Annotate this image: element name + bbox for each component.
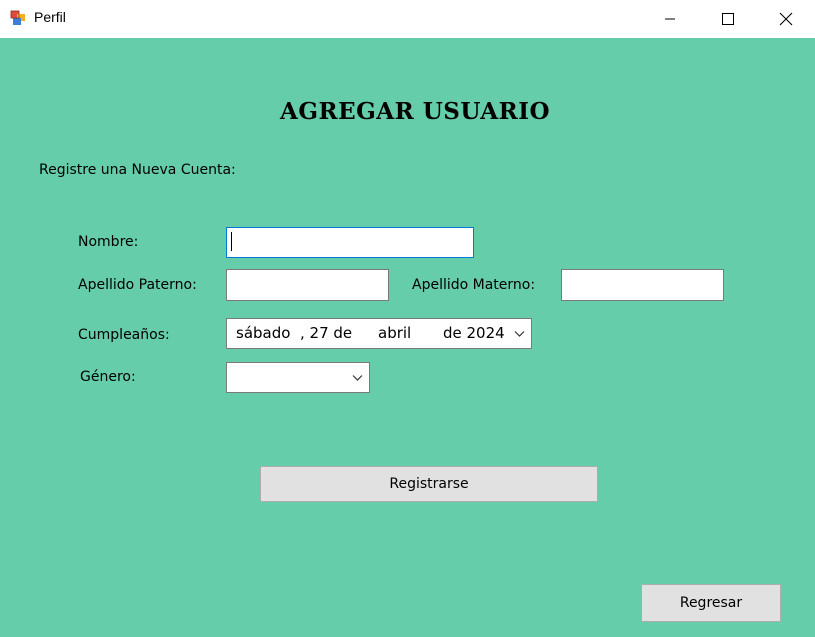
date-day[interactable]: , 27 de	[300, 324, 352, 342]
chevron-down-icon[interactable]	[514, 330, 525, 337]
apellido-paterno-input[interactable]	[226, 269, 389, 301]
text-caret	[231, 232, 232, 251]
minimize-button[interactable]	[647, 0, 693, 38]
apellido-paterno-label: Apellido Paterno:	[78, 277, 197, 293]
genero-select[interactable]	[226, 362, 370, 393]
cumpleanos-label: Cumpleaños:	[78, 327, 170, 343]
close-icon	[779, 12, 793, 26]
date-year[interactable]: de 2024	[443, 324, 505, 342]
date-month[interactable]: abril	[378, 324, 411, 342]
maximize-button[interactable]	[705, 0, 751, 38]
title-bar: Perfil	[0, 0, 815, 38]
apellido-materno-label: Apellido Materno:	[412, 277, 536, 293]
subtitle-label: Registre una Nueva Cuenta:	[39, 162, 236, 178]
form-area: AGREGAR USUARIO Registre una Nueva Cuent…	[0, 38, 815, 637]
nombre-input[interactable]	[226, 227, 474, 258]
page-title: AGREGAR USUARIO	[279, 98, 550, 125]
back-button[interactable]: Regresar	[641, 584, 781, 622]
close-button[interactable]	[763, 0, 809, 38]
date-weekday[interactable]: sábado	[236, 324, 290, 342]
window-title: Perfil	[34, 9, 66, 25]
apellido-materno-input[interactable]	[561, 269, 724, 301]
app-icon	[10, 10, 26, 26]
minimize-icon	[665, 18, 675, 20]
register-button[interactable]: Registrarse	[260, 466, 598, 502]
nombre-label: Nombre:	[78, 234, 139, 250]
genero-label: Género:	[80, 369, 136, 385]
chevron-down-icon[interactable]	[352, 374, 363, 381]
app-window: Perfil AGREGAR USUARIO Registre una Nuev…	[0, 0, 815, 637]
birthday-date-picker[interactable]: sábado , 27 de abril de 2024	[226, 318, 532, 349]
maximize-icon	[722, 13, 734, 25]
